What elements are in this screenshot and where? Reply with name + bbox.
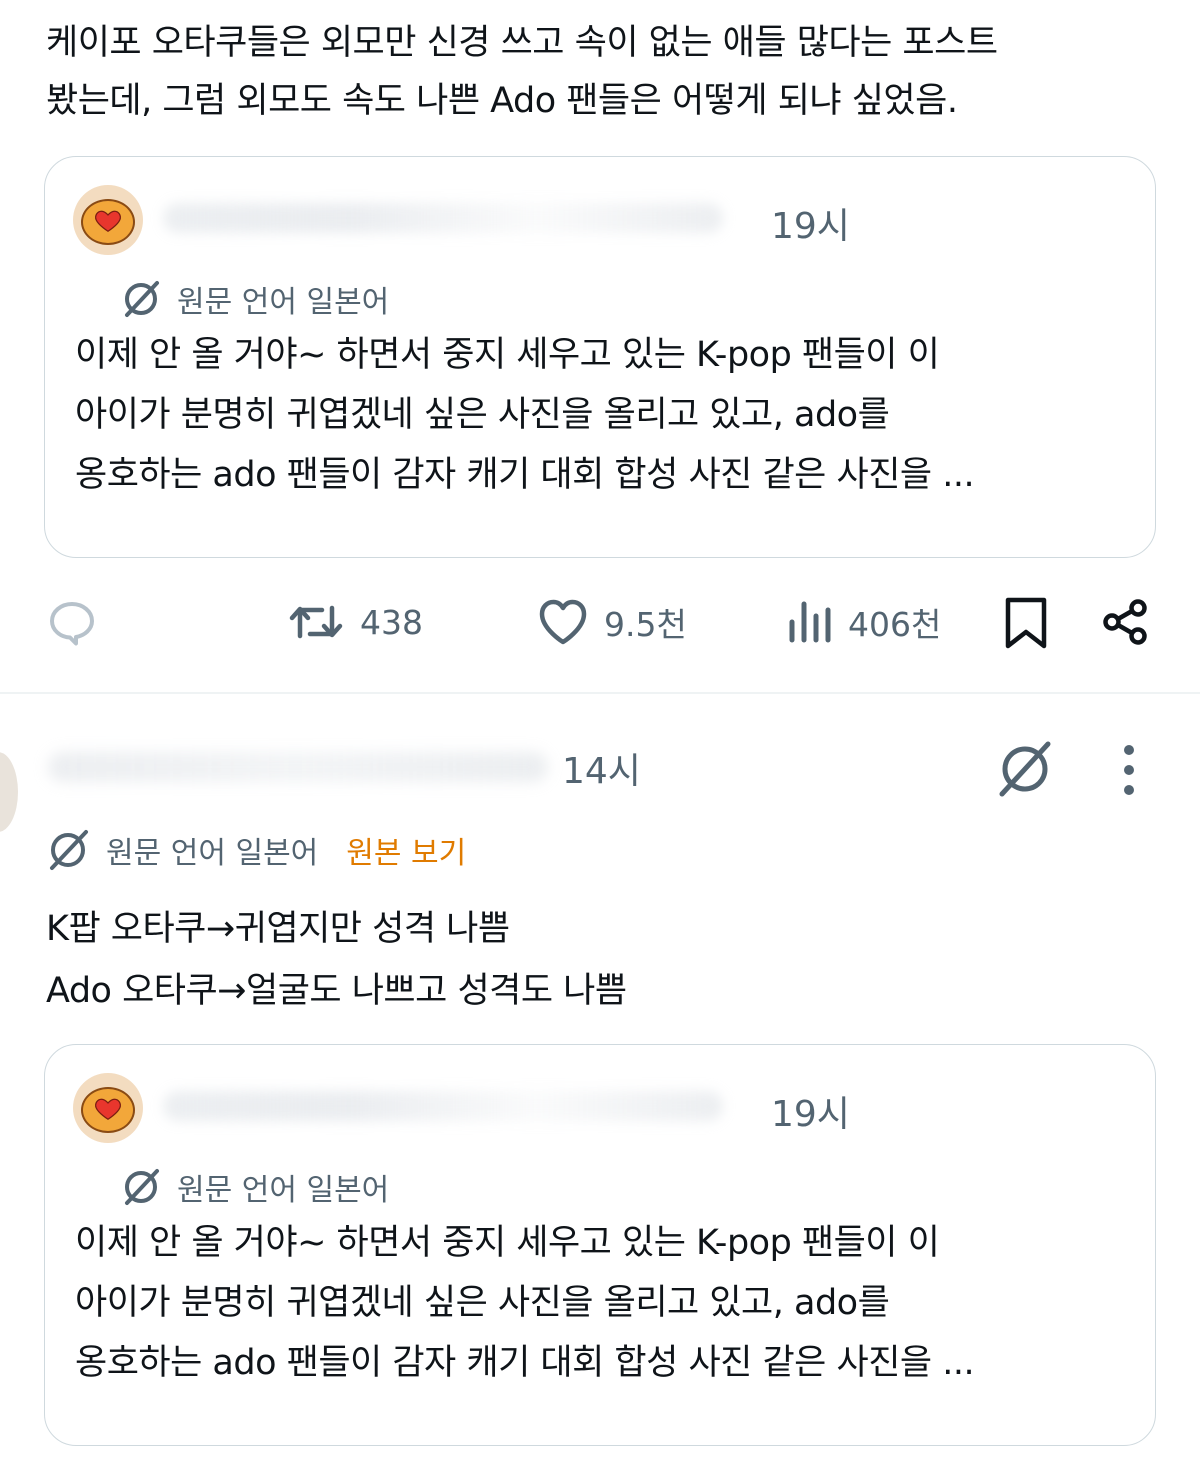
- translate-button[interactable]: [992, 736, 1058, 806]
- retweet-icon: [289, 605, 343, 639]
- heart-avatar-icon: [95, 1098, 121, 1120]
- translate-icon: [125, 1169, 159, 1205]
- retweet-count: 438: [360, 602, 423, 642]
- views-count: 406천: [848, 605, 942, 644]
- views-icon: [789, 601, 831, 643]
- avatar[interactable]: [0, 752, 18, 832]
- quoted-post-card[interactable]: 19시 원문 언어 일본어 이제 안 올 거야~ 하면서 중지 세우고 있는 K…: [44, 1044, 1156, 1446]
- quoted-post-text: 이제 안 올 거야~ 하면서 중지 세우고 있는 K-pop 팬들이 이 아이가…: [75, 1223, 975, 1383]
- bookmark-button[interactable]: [1002, 596, 1050, 650]
- translate-icon: [999, 741, 1051, 797]
- view-original-link[interactable]: 원본 보기: [346, 828, 466, 872]
- post-time: 19시: [771, 206, 850, 247]
- like-button[interactable]: 9.5천: [536, 596, 687, 648]
- heart-icon: [539, 599, 587, 645]
- translation-label: 원문 언어 일본어: [177, 285, 390, 320]
- share-button[interactable]: [1100, 596, 1152, 648]
- views-button[interactable]: 406천: [786, 596, 941, 648]
- more-icon: [1124, 745, 1134, 795]
- timeline: 케이포 오타쿠들은 외모만 신경 쓰고 속이 없는 애들 많다는 포스트 봤는데…: [0, 0, 1200, 1460]
- translate-icon: [125, 281, 159, 317]
- blurred-username: [163, 203, 723, 233]
- translation-label: 원문 언어 일본어: [106, 836, 319, 871]
- translation-notice: 원문 언어 일본어: [119, 277, 389, 321]
- translation-notice: 원문 언어 일본어: [119, 1165, 389, 1209]
- blurred-username: [48, 752, 548, 782]
- avatar[interactable]: [73, 185, 143, 255]
- post-text: 케이포 오타쿠들은 외모만 신경 쓰고 속이 없는 애들 많다는 포스트 봤는데…: [46, 23, 998, 121]
- share-icon: [1103, 599, 1147, 645]
- like-count: 9.5천: [604, 605, 687, 644]
- bookmark-icon: [1005, 597, 1047, 649]
- post-text: K팝 오타쿠→귀엽지만 성격 나쁨 Ado 오타쿠→얼굴도 나쁘고 성격도 나쁨: [46, 909, 627, 1011]
- translate-icon: [50, 830, 88, 870]
- quoted-post-text: 이제 안 올 거야~ 하면서 중지 세우고 있는 K-pop 팬들이 이 아이가…: [75, 335, 975, 495]
- retweet-button[interactable]: 438: [286, 596, 423, 648]
- quoted-post-card[interactable]: 19시 원문 언어 일본어 이제 안 올 거야~ 하면서 중지 세우고 있는 K…: [44, 156, 1156, 558]
- post-time: 19시: [771, 1094, 850, 1135]
- reply-button[interactable]: [46, 596, 98, 648]
- more-button[interactable]: [1112, 740, 1146, 804]
- avatar[interactable]: [73, 1073, 143, 1143]
- post-time: 14시: [562, 751, 641, 792]
- blurred-username: [163, 1091, 723, 1121]
- reply-icon: [50, 602, 94, 646]
- translation-label: 원문 언어 일본어: [177, 1173, 390, 1208]
- translation-notice: 원문 언어 일본어 원본 보기: [44, 826, 466, 874]
- post-actions: 438 9.5천 406천: [0, 596, 1200, 658]
- post-divider: [0, 692, 1200, 694]
- heart-avatar-icon: [95, 210, 121, 232]
